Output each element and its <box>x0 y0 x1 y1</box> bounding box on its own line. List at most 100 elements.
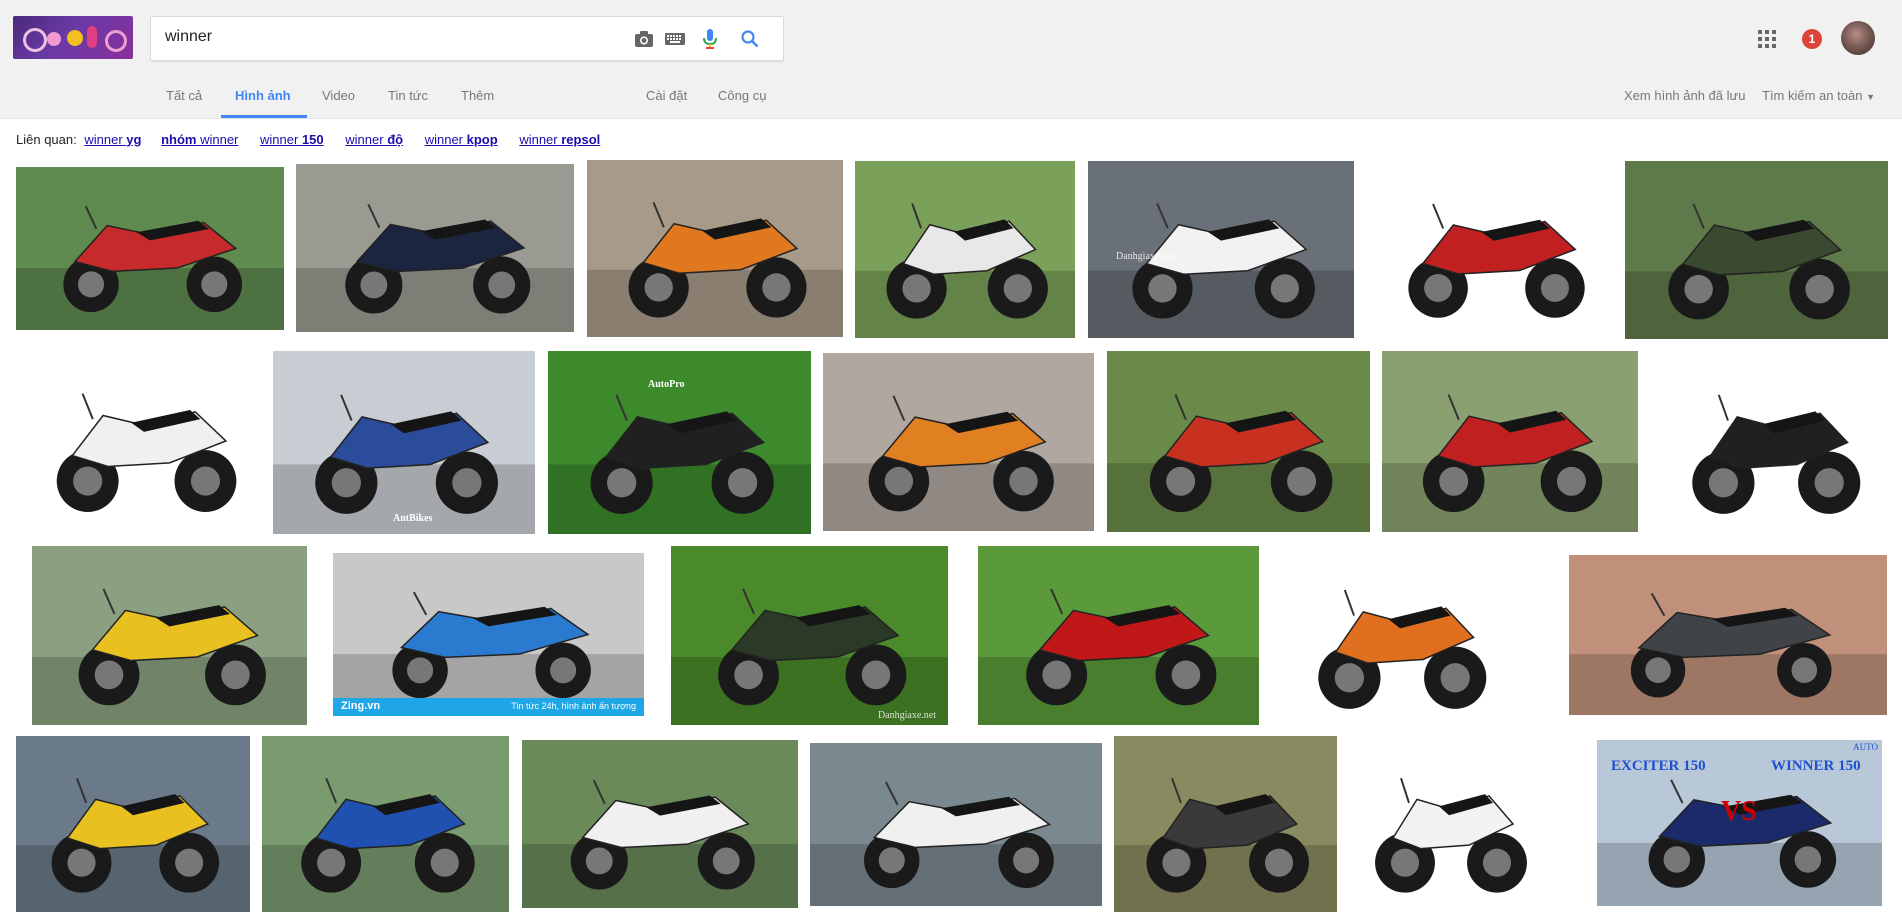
doodle-shape <box>67 30 83 46</box>
image-result[interactable]: Danhgiaxe.net <box>671 546 948 725</box>
doodle-shape <box>105 30 127 52</box>
image-result[interactable] <box>1382 351 1638 532</box>
tab-all[interactable]: Tất cả <box>166 88 202 103</box>
doodle-shape <box>23 28 47 52</box>
zing-tagline: Tin tức 24h, hình ảnh ấn tượng <box>511 701 636 711</box>
watermark-text: WINNER 150 <box>1771 758 1861 774</box>
watermark-text: AntBikes <box>393 513 433 524</box>
watermark-text: RACINGVN.COM <box>1411 893 1493 904</box>
motorcycle-photo <box>32 546 307 725</box>
tab-video[interactable]: Video <box>322 88 355 103</box>
image-result[interactable] <box>32 546 307 725</box>
motorcycle-photo <box>855 161 1075 338</box>
related-chip[interactable]: winner kpop <box>425 132 498 147</box>
watermark-text: EXCITER 150 <box>1611 758 1706 774</box>
image-result[interactable]: AntBikes <box>273 351 535 534</box>
watermark-text: Danhgiaxe.net <box>1116 251 1175 262</box>
image-result[interactable] <box>810 743 1102 906</box>
camera-icon[interactable] <box>633 28 655 50</box>
motorcycle-photo <box>810 743 1102 906</box>
related-chip[interactable]: winner độ <box>345 132 403 147</box>
image-result[interactable] <box>823 353 1094 531</box>
image-result[interactable]: Zing.vn Tin tức 24h, hình ảnh ấn tượng <box>333 553 644 716</box>
dropdown-arrow-icon: ▼ <box>1866 92 1875 102</box>
motorcycle-photo <box>333 553 644 716</box>
motorcycle-photo <box>1114 736 1337 912</box>
watermark-text: AutoPro <box>648 379 685 390</box>
image-result[interactable] <box>1659 351 1889 534</box>
related-chip[interactable]: winner repsol <box>519 132 600 147</box>
motorcycle-photo <box>671 546 948 725</box>
active-tab-indicator <box>221 115 307 118</box>
tab-images[interactable]: Hình ảnh <box>235 88 291 103</box>
image-result[interactable] <box>855 161 1075 338</box>
image-result[interactable] <box>1285 546 1515 729</box>
motorcycle-photo <box>273 351 535 534</box>
image-result[interactable] <box>16 736 250 912</box>
motorcycle-photo <box>1088 161 1354 338</box>
motorcycle-photo <box>262 736 509 912</box>
motorcycle-photo <box>1107 351 1370 532</box>
image-result[interactable] <box>522 740 798 908</box>
related-searches: Liên quan: winner yg nhóm winner winner … <box>16 132 600 147</box>
safe-search-label: Tìm kiếm an toàn <box>1762 88 1863 103</box>
image-result[interactable]: EXCITER 150 WINNER 150 VS AUTO <box>1597 740 1882 906</box>
image-result[interactable] <box>587 160 843 337</box>
tab-more[interactable]: Thêm <box>461 88 494 103</box>
safe-search-menu[interactable]: Tìm kiếm an toàn ▼ <box>1762 88 1875 103</box>
motorcycle-photo <box>16 736 250 912</box>
image-result[interactable] <box>296 164 574 332</box>
image-result[interactable] <box>1625 161 1888 339</box>
tab-news[interactable]: Tin tức <box>388 88 428 103</box>
doodle-shape <box>47 32 61 46</box>
related-chip[interactable]: winner yg <box>84 132 141 147</box>
notification-badge[interactable]: 1 <box>1802 29 1822 49</box>
related-label: Liên quan: <box>16 132 77 147</box>
motorcycle-photo <box>16 167 284 330</box>
motorcycle-photo <box>522 740 798 908</box>
settings-link[interactable]: Cài đặt <box>646 88 687 103</box>
avatar[interactable] <box>1841 21 1875 55</box>
related-chip[interactable]: winner 150 <box>260 132 324 147</box>
zing-logo-text: Zing.vn <box>341 700 381 712</box>
image-result[interactable] <box>1367 162 1621 337</box>
watermark-text: AUTO <box>1853 742 1878 752</box>
motorcycle-photo <box>296 164 574 332</box>
search-input[interactable]: winner <box>165 28 212 46</box>
motorcycle-photo <box>1382 351 1638 532</box>
google-doodle-logo[interactable] <box>13 16 133 59</box>
microphone-icon[interactable] <box>699 28 721 50</box>
motorcycle-photo <box>823 353 1094 531</box>
motorcycle-photo <box>1659 351 1889 534</box>
keyboard-icon[interactable] <box>664 28 686 50</box>
image-result[interactable] <box>978 546 1259 725</box>
saved-images-link[interactable]: Xem hình ảnh đã lưu <box>1624 88 1745 103</box>
motorcycle-photo <box>16 350 272 532</box>
motorcycle-photo <box>587 160 843 337</box>
search-icon[interactable] <box>739 28 761 50</box>
image-result[interactable] <box>16 350 272 532</box>
image-result[interactable] <box>1107 351 1370 532</box>
image-result[interactable]: AutoPro <box>548 351 811 534</box>
related-chip[interactable]: nhóm winner <box>161 132 238 147</box>
image-result[interactable]: Danhgiaxe.net <box>1088 161 1354 338</box>
motorcycle-photo <box>1285 546 1515 729</box>
image-result[interactable] <box>16 167 284 330</box>
header-bar: winner 1 Tất cả Hình ảnh Video Tin tức T… <box>0 0 1902 119</box>
doodle-shape <box>87 26 97 48</box>
image-result[interactable]: RACINGVN.COM <box>1349 736 1549 912</box>
motorcycle-photo <box>1625 161 1888 339</box>
motorcycle-photo <box>1569 555 1887 715</box>
image-result[interactable] <box>1569 555 1887 715</box>
image-result[interactable] <box>1114 736 1337 912</box>
motorcycle-photo <box>978 546 1259 725</box>
watermark-text: Danhgiaxe.net <box>877 710 936 721</box>
motorcycle-photo <box>1367 162 1621 337</box>
zing-caption-bar: Zing.vn Tin tức 24h, hình ảnh ấn tượng <box>333 698 644 716</box>
apps-grid-icon[interactable] <box>1758 30 1776 48</box>
motorcycle-photo <box>1349 736 1549 912</box>
search-box[interactable]: winner <box>150 16 784 61</box>
image-result[interactable] <box>262 736 509 912</box>
tools-link[interactable]: Công cụ <box>718 88 766 103</box>
watermark-text: VS <box>1721 796 1757 827</box>
